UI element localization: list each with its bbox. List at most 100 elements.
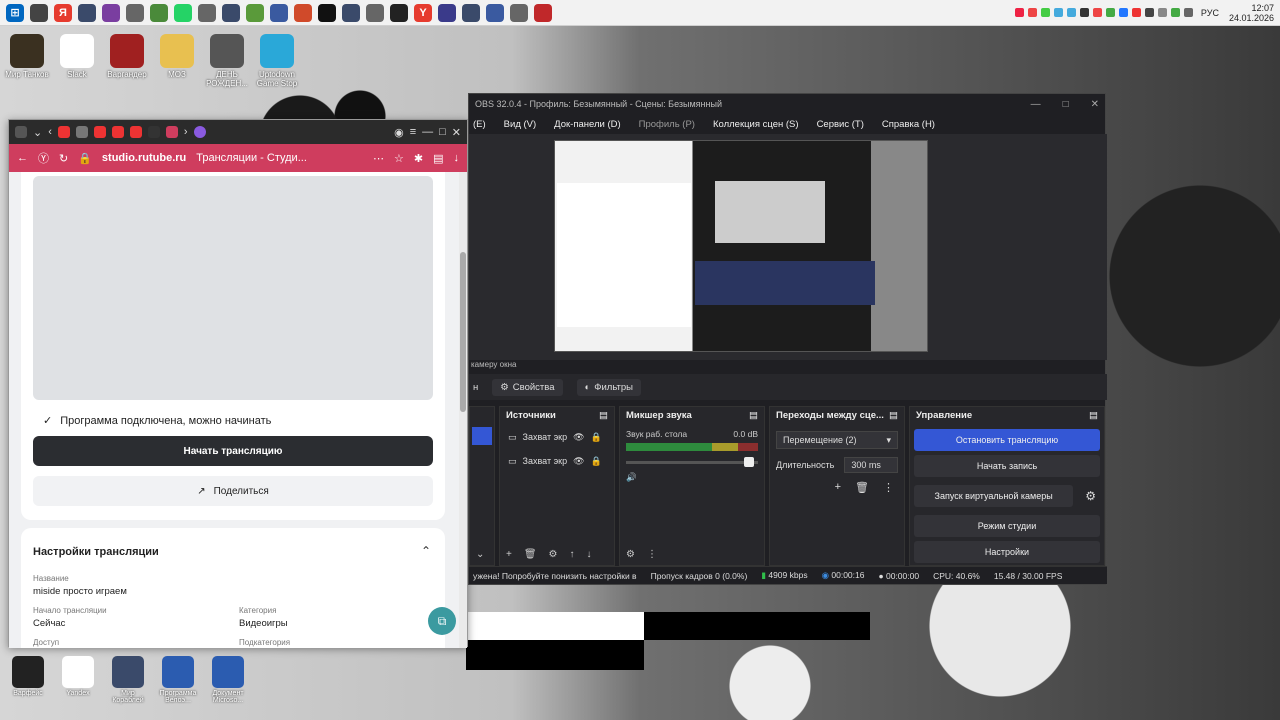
- tab-icon[interactable]: [57, 126, 70, 138]
- tray-icon[interactable]: [1053, 8, 1063, 17]
- maximize-icon[interactable]: □: [439, 126, 446, 138]
- chevron-up-icon[interactable]: ⌃: [421, 544, 431, 558]
- volume-fader[interactable]: [626, 457, 758, 467]
- tray-icon[interactable]: [1118, 8, 1128, 17]
- category-value[interactable]: Видеоигры: [239, 618, 288, 629]
- shield-icon[interactable]: [486, 3, 504, 22]
- source-item[interactable]: ▭ Захват экр 👁 🔒: [500, 425, 614, 449]
- close-icon[interactable]: ✕: [452, 126, 461, 139]
- close-icon[interactable]: ✕: [1091, 99, 1099, 110]
- start-value[interactable]: Сейчас: [33, 618, 65, 629]
- more-vertical-icon[interactable]: ⋮: [883, 481, 894, 494]
- tab-icon[interactable]: [111, 126, 124, 138]
- tab-icon[interactable]: [129, 126, 142, 138]
- gear-icon[interactable]: ⚙: [549, 549, 558, 560]
- browser-menu-icon[interactable]: [15, 126, 27, 138]
- eye-icon[interactable]: 👁: [573, 456, 584, 467]
- scrollbar-thumb[interactable]: [460, 252, 466, 412]
- language-indicator[interactable]: РУС: [1201, 8, 1219, 18]
- tray-icon[interactable]: [1131, 8, 1141, 17]
- start-icon[interactable]: ⊞: [6, 3, 24, 22]
- menu-item-scene-collection[interactable]: Коллекция сцен (S): [713, 119, 799, 130]
- menu-item-tools[interactable]: Сервис (T): [817, 119, 864, 130]
- desktop-icon[interactable]: МОЗ: [152, 34, 202, 79]
- menu-icon[interactable]: ≡: [410, 126, 416, 138]
- app-icon[interactable]: [294, 3, 312, 22]
- source-item[interactable]: ▭ Захват экр 👁 🔒: [500, 449, 614, 473]
- app-icon[interactable]: [198, 3, 216, 22]
- desktop-icon[interactable]: Варфейс: [6, 656, 50, 704]
- new-tab-icon[interactable]: [193, 126, 206, 138]
- app-icon[interactable]: [30, 3, 48, 22]
- name-value[interactable]: miside просто играем: [33, 586, 127, 597]
- tray-icon[interactable]: [1066, 8, 1076, 17]
- app-icon[interactable]: [390, 3, 408, 22]
- tray-icon[interactable]: [1170, 8, 1180, 17]
- minimize-icon[interactable]: —: [1031, 99, 1041, 110]
- yandex-icon[interactable]: Ⓨ: [38, 150, 49, 166]
- back-tab-icon[interactable]: ‹: [48, 126, 52, 138]
- obs-icon[interactable]: [438, 3, 456, 22]
- maximize-icon[interactable]: □: [1063, 99, 1069, 110]
- gear-icon[interactable]: ⚙: [1077, 489, 1104, 503]
- extension-icon[interactable]: ◉: [394, 126, 404, 139]
- menu-item-edit[interactable]: (E): [473, 119, 486, 130]
- desktop-icon[interactable]: Варгандер: [102, 34, 152, 79]
- add-icon[interactable]: +: [835, 481, 841, 494]
- shield-icon[interactable]: [222, 3, 240, 22]
- bookmark-icon[interactable]: ☆: [394, 152, 404, 165]
- volume-icon[interactable]: [1183, 8, 1193, 17]
- add-icon[interactable]: +: [506, 549, 512, 560]
- gear-icon[interactable]: ⚙: [626, 549, 635, 560]
- clock[interactable]: 12:07 24.01.2026: [1229, 3, 1274, 23]
- menu-item-view[interactable]: Вид (V): [504, 119, 537, 130]
- app-icon[interactable]: [534, 3, 552, 22]
- tray-icon[interactable]: [1014, 8, 1024, 17]
- address-bar[interactable]: ← Ⓨ ↻ 🔒 studio.rutube.ru Трансляции - Ст…: [9, 144, 467, 172]
- lock-icon[interactable]: 🔒: [591, 432, 602, 443]
- tray-icon[interactable]: [1079, 8, 1089, 17]
- minecraft-icon[interactable]: [150, 3, 168, 22]
- download-icon[interactable]: ↓: [454, 152, 460, 164]
- reader-icon[interactable]: ▤: [433, 152, 443, 165]
- more-icon[interactable]: ⋯: [373, 152, 384, 165]
- tab-icon[interactable]: [75, 126, 88, 138]
- share-button[interactable]: ↗ Поделиться: [33, 476, 433, 506]
- yandex-icon[interactable]: Я: [54, 3, 72, 22]
- dock-menu-icon[interactable]: ▤: [889, 410, 898, 422]
- shield-icon[interactable]: [78, 3, 96, 22]
- settings-button[interactable]: Настройки: [914, 541, 1100, 563]
- desktop-icon[interactable]: Мир Кораблей: [106, 656, 150, 704]
- app-icon[interactable]: [318, 3, 336, 22]
- chevron-down-icon[interactable]: ⌄: [476, 549, 484, 560]
- tray-icon[interactable]: [1092, 8, 1102, 17]
- app-icon[interactable]: [102, 3, 120, 22]
- dock-menu-icon[interactable]: ▤: [749, 410, 758, 422]
- tab-icon[interactable]: [147, 126, 160, 138]
- shield-icon[interactable]: [342, 3, 360, 22]
- menu-item-profile[interactable]: Профиль (P): [639, 119, 695, 130]
- active-tab-icon[interactable]: [165, 126, 178, 138]
- tray-icon[interactable]: [1157, 8, 1167, 17]
- desktop-icon[interactable]: Yandex: [56, 656, 100, 704]
- transition-select[interactable]: Перемещение (2) ▾: [776, 431, 898, 449]
- more-vertical-icon[interactable]: ⋮: [647, 549, 657, 560]
- extensions-icon[interactable]: ✱: [414, 152, 423, 165]
- app-icon[interactable]: [510, 3, 528, 22]
- desktop-icon[interactable]: Slack: [52, 34, 102, 79]
- desktop-icon[interactable]: Документ Microso...: [206, 656, 250, 704]
- obs-preview-canvas[interactable]: [554, 140, 928, 352]
- arrow-up-icon[interactable]: ↑: [570, 549, 575, 560]
- start-stream-button[interactable]: Начать трансляцию: [33, 436, 433, 466]
- tray-icon[interactable]: [1040, 8, 1050, 17]
- shield-icon[interactable]: [462, 3, 480, 22]
- minimize-icon[interactable]: —: [422, 126, 433, 138]
- dock-menu-icon[interactable]: ▤: [1089, 410, 1098, 422]
- app-icon[interactable]: [126, 3, 144, 22]
- whatsapp-icon[interactable]: [174, 3, 192, 22]
- menu-item-help[interactable]: Справка (H): [882, 119, 935, 130]
- desktop-icon[interactable]: Программа Велоэ...: [156, 656, 200, 704]
- trash-icon[interactable]: 🗑: [524, 549, 537, 560]
- app-icon[interactable]: [366, 3, 384, 22]
- tray-icon[interactable]: [1027, 8, 1037, 17]
